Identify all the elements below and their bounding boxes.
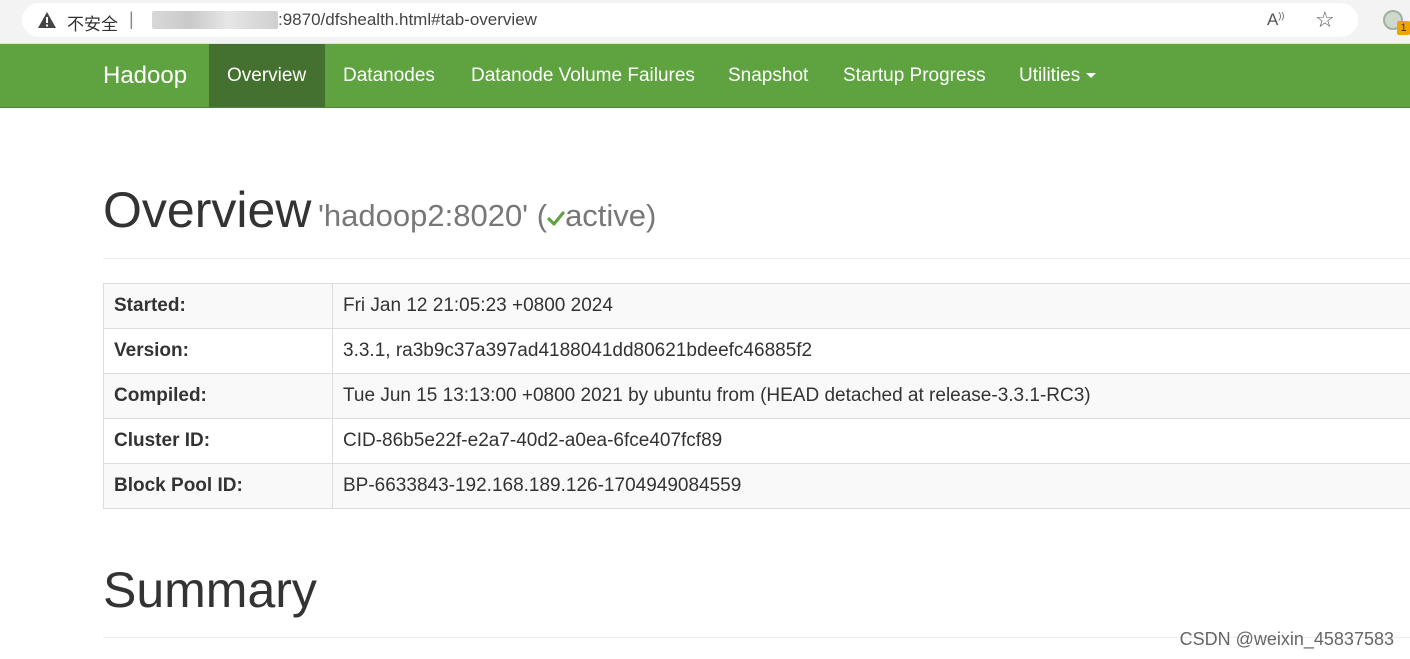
nav-snapshot[interactable]: Snapshot [710, 44, 826, 107]
table-row: Started: Fri Jan 12 21:05:23 +0800 2024 [103, 283, 1410, 329]
row-label-block-pool-id: Block Pool ID: [103, 463, 333, 509]
watermark-text: CSDN @weixin_45837583 [1179, 629, 1394, 649]
namenode-host: 'hadoop2:8020' [318, 198, 529, 233]
row-value-compiled: Tue Jun 15 13:13:00 +0800 2021 by ubuntu… [332, 373, 1410, 419]
url-separator: | [129, 9, 134, 29]
table-row: Cluster ID: CID-86b5e22f-e2a7-40d2-a0ea-… [103, 418, 1410, 464]
summary-title: Summary [103, 562, 317, 618]
row-value-cluster-id: CID-86b5e22f-e2a7-40d2-a0ea-6fce407fcf89 [332, 418, 1410, 464]
overview-header: Overview 'hadoop2:8020' ( active) [103, 178, 1410, 259]
browser-toolbar: 不安全 | :9870/dfshealth.html#tab-overview … [0, 0, 1410, 44]
nav-datanode-volume-failures[interactable]: Datanode Volume Failures [453, 44, 713, 107]
address-bar[interactable]: 不安全 | :9870/dfshealth.html#tab-overview … [22, 3, 1358, 37]
url-text[interactable]: :9870/dfshealth.html#tab-overview [278, 10, 537, 30]
row-value-started: Fri Jan 12 21:05:23 +0800 2024 [332, 283, 1410, 329]
row-value-block-pool-id: BP-6633843-192.168.189.126-1704949084559 [332, 463, 1410, 509]
status-text: active [565, 198, 647, 233]
status-open-paren: ( [536, 198, 548, 233]
security-status-label[interactable]: 不安全 [67, 10, 118, 35]
row-value-version: 3.3.1, ra3b9c37a397ad4188041dd80621bdeef… [332, 328, 1410, 374]
brand-logo[interactable]: Hadoop [103, 44, 187, 108]
checkmark-icon [547, 211, 565, 226]
table-row: Block Pool ID: BP-6633843-192.168.189.12… [103, 463, 1410, 509]
row-label-started: Started: [103, 283, 333, 329]
nav-datanodes[interactable]: Datanodes [325, 44, 453, 107]
favorite-star-icon[interactable]: ☆ [1315, 7, 1335, 33]
main-navbar: Hadoop Overview Datanodes Datanode Volum… [0, 44, 1410, 108]
row-label-compiled: Compiled: [103, 373, 333, 419]
overview-info-table: Started: Fri Jan 12 21:05:23 +0800 2024 … [103, 283, 1410, 509]
summary-header: Summary [103, 558, 1410, 638]
table-row: Version: 3.3.1, ra3b9c37a397ad4188041dd8… [103, 328, 1410, 374]
warning-icon[interactable] [37, 11, 57, 29]
read-aloud-icon[interactable]: A)) [1267, 10, 1284, 30]
nav-startup-progress[interactable]: Startup Progress [825, 44, 1004, 107]
nav-utilities-label: Utilities [1019, 65, 1081, 86]
table-row: Compiled: Tue Jun 15 13:13:00 +0800 2021… [103, 373, 1410, 419]
nav-overview[interactable]: Overview [209, 44, 325, 107]
caret-down-icon [1086, 73, 1097, 78]
nav-utilities-dropdown[interactable]: Utilities [1001, 44, 1114, 107]
namenode-subtitle: 'hadoop2:8020' ( active) [318, 192, 656, 240]
status-close-paren: ) [646, 198, 657, 233]
row-label-cluster-id: Cluster ID: [103, 418, 333, 464]
page-title: Overview [103, 182, 312, 238]
redacted-host [152, 11, 278, 29]
row-label-version: Version: [103, 328, 333, 374]
extension-badge: 1 [1397, 21, 1410, 35]
